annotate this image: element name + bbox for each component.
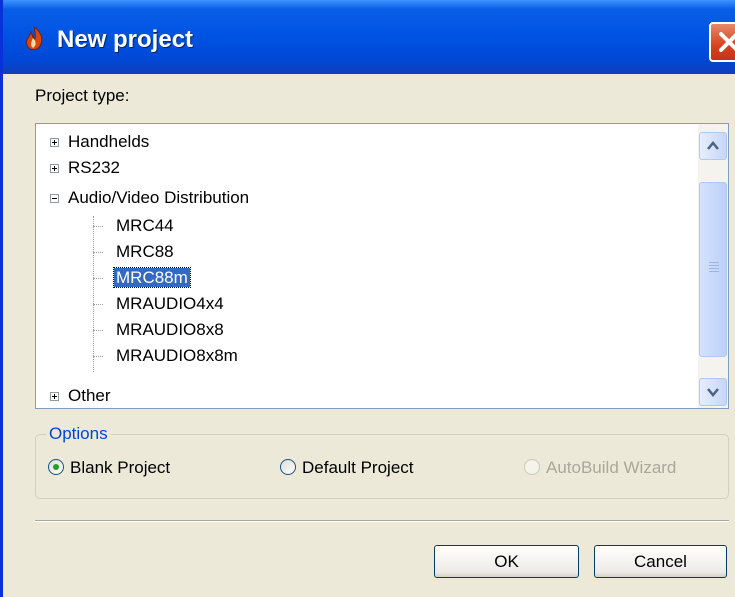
tree-item-label: Handhelds (68, 132, 150, 151)
vertical-scrollbar[interactable] (698, 124, 728, 408)
radio-default-project[interactable]: Default Project (280, 457, 414, 479)
expand-plus-icon[interactable] (50, 392, 59, 401)
radio-label: Default Project (302, 458, 414, 477)
tree-item-label: MRC44 (116, 216, 174, 235)
tree-item-label: Other (68, 386, 111, 405)
scroll-thumb[interactable] (699, 182, 727, 357)
tree-guide-line (93, 356, 103, 357)
title-bar[interactable]: New project (3, 0, 735, 74)
radio-unchecked-icon (280, 459, 296, 475)
tree-item-mraudio4x4[interactable]: MRAUDIO4x4 (116, 292, 224, 316)
project-type-tree[interactable]: Handhelds RS232 Audio/Video Distribution… (35, 123, 729, 409)
chevron-down-icon (707, 388, 719, 397)
expand-plus-icon[interactable] (50, 164, 59, 173)
close-button[interactable] (709, 22, 735, 62)
radio-blank-project[interactable]: Blank Project (48, 457, 170, 479)
tree-guide-line (93, 304, 103, 305)
tree-item-mrc88m[interactable]: MRC88m (113, 266, 191, 290)
tree-guide-line (93, 278, 103, 279)
options-title: Options (46, 424, 111, 444)
tree-item-mrc44[interactable]: MRC44 (116, 214, 174, 238)
tree-item-label: MRAUDIO8x8 (116, 320, 224, 339)
window-title: New project (57, 26, 194, 53)
tree-item-mrc88[interactable]: MRC88 (116, 240, 174, 264)
tree-guide-line (93, 330, 103, 331)
tree-guide-line (93, 252, 103, 253)
radio-label: AutoBuild Wizard (546, 458, 677, 477)
radio-checked-icon (48, 459, 64, 475)
scroll-down-button[interactable] (699, 378, 727, 406)
radio-autobuild-wizard: AutoBuild Wizard (524, 457, 676, 479)
tree-item-mraudio8x8m[interactable]: MRAUDIO8x8m (116, 344, 238, 368)
project-type-label: Project type: (35, 86, 130, 105)
radio-label: Blank Project (70, 458, 171, 477)
tree-item-label: MRAUDIO8x8m (116, 346, 238, 365)
new-project-dialog: New project Project type: Handhelds RS23… (0, 0, 735, 597)
tree-guide-line (93, 216, 94, 372)
tree-item-label: MRC88 (116, 242, 174, 261)
chevron-up-icon (707, 141, 719, 150)
cancel-button[interactable]: Cancel (594, 545, 727, 578)
app-flame-icon (21, 25, 47, 52)
tree-item-label-selected: MRC88m (113, 267, 191, 288)
tree-item-label: Audio/Video Distribution (68, 188, 250, 207)
radio-disabled-icon (524, 459, 540, 475)
options-groupbox: Options Blank Project Default Project Au… (35, 424, 729, 499)
tree-guide-line (93, 226, 103, 227)
separator-line (35, 520, 729, 522)
tree-item-label: MRAUDIO4x4 (116, 294, 224, 313)
scroll-up-button[interactable] (699, 132, 727, 160)
tree-item-label: RS232 (68, 158, 120, 177)
tree-item-mraudio8x8[interactable]: MRAUDIO8x8 (116, 318, 224, 342)
close-icon (719, 32, 735, 52)
ok-button[interactable]: OK (434, 545, 579, 578)
expand-plus-icon[interactable] (50, 138, 59, 147)
collapse-minus-icon[interactable] (50, 194, 59, 203)
